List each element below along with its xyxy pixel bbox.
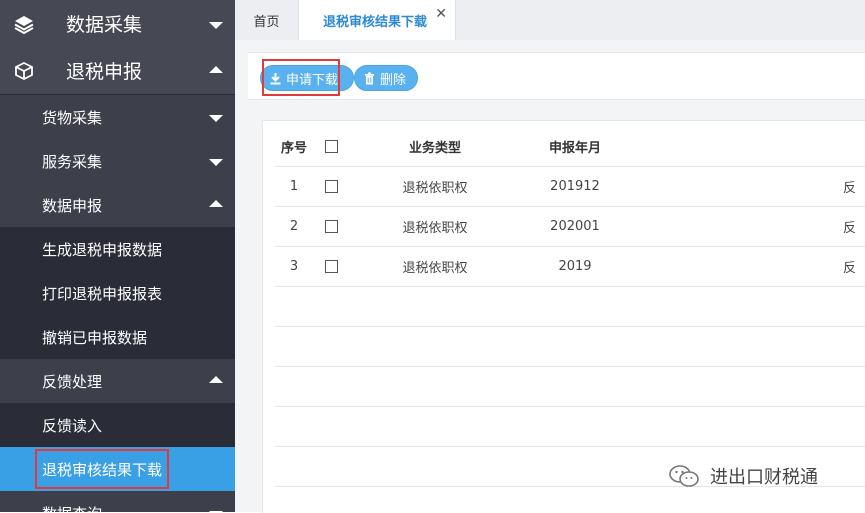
sidebar-item-generate-declaration-data[interactable]: 生成退税申报数据 (0, 227, 235, 271)
sidebar-item-tax-refund-declaration[interactable]: 退税申报 (0, 47, 235, 94)
sidebar-item-label: 服务采集 (42, 152, 103, 171)
table-row[interactable]: 2 退税依职权 202001 反 (275, 206, 865, 247)
row-type: 退税依职权 (402, 220, 468, 236)
empty-row (275, 366, 865, 407)
wechat-icon (668, 463, 700, 489)
column-header-index: 序号 (280, 140, 307, 156)
row-year-month: 202001 (550, 218, 600, 234)
tab-bar: 首页 退税审核结果下载 ✕ (235, 0, 865, 40)
chevron-up-icon (209, 200, 223, 207)
result-table: 序号 业务类型 申报年月 1 退税依职权 201912 反 2 退税依职权 20… (262, 120, 865, 513)
row-year-month: 2019 (558, 258, 592, 274)
sidebar-item-label: 打印退税申报报表 (42, 284, 163, 303)
tab-label: 退税审核结果下载 (323, 14, 428, 30)
sidebar-item-label: 数据申报 (42, 196, 103, 215)
row-index: 1 (289, 178, 299, 194)
row-extra: 反 (843, 180, 857, 196)
empty-row (275, 406, 865, 447)
sidebar-item-service-collection[interactable]: 服务采集 (0, 139, 235, 183)
sidebar-item-goods-collection[interactable]: 货物采集 (0, 95, 235, 139)
row-checkbox[interactable] (325, 166, 341, 206)
row-type: 退税依职权 (402, 180, 468, 196)
chevron-down-icon (209, 159, 223, 166)
tab-home[interactable]: 首页 (235, 0, 298, 40)
sidebar-item-label: 反馈处理 (42, 372, 103, 391)
cube-icon (12, 59, 36, 83)
tab-label: 首页 (253, 14, 280, 30)
sidebar-item-print-declaration-report[interactable]: 打印退税申报报表 (0, 271, 235, 315)
watermark: 进出口财税通 (668, 460, 818, 492)
table-row[interactable]: 3 退税依职权 2019 反 (275, 246, 865, 287)
main-content: 申请下载 删除 序号 业务类型 申报年月 1 退税依职权 201912 反 2 … (235, 40, 865, 513)
sidebar-item-revoke-declared-data[interactable]: 撤销已申报数据 (0, 315, 235, 359)
row-extra: 反 (843, 220, 857, 236)
chevron-down-icon (209, 21, 223, 29)
row-checkbox[interactable] (325, 206, 341, 246)
column-header-type: 业务类型 (408, 140, 461, 156)
sidebar-item-feedback-import[interactable]: 反馈读入 (0, 403, 235, 447)
row-year-month: 201912 (550, 178, 600, 194)
sidebar-item-label: 货物采集 (42, 108, 103, 127)
sidebar-item-label: 数据采集 (66, 14, 143, 36)
sidebar-item-label: 数据查询 (42, 503, 102, 513)
empty-row (275, 286, 865, 327)
highlight-box (35, 449, 169, 489)
row-extra: 反 (843, 260, 857, 276)
sidebar-item-label: 撤销已申报数据 (42, 328, 148, 347)
row-index: 2 (289, 218, 299, 234)
delete-button[interactable]: 删除 (354, 65, 418, 91)
sidebar-item-label: 反馈读入 (42, 416, 103, 435)
tab-review-result-download[interactable]: 退税审核结果下载 ✕ (298, 0, 456, 40)
toolbar: 申请下载 删除 (248, 52, 865, 100)
watermark-text: 进出口财税通 (710, 467, 818, 488)
column-header-year-month: 申报年月 (548, 140, 601, 156)
table-row[interactable]: 1 退税依职权 201912 反 (275, 166, 865, 207)
empty-row (275, 326, 865, 367)
chevron-down-icon (209, 115, 223, 122)
button-label: 删除 (380, 72, 407, 88)
close-icon[interactable]: ✕ (435, 6, 447, 22)
row-checkbox[interactable] (325, 246, 341, 286)
sidebar-item-data-collection[interactable]: 数据采集 (0, 0, 235, 47)
layers-icon (12, 12, 36, 36)
table-header-row: 序号 业务类型 申报年月 (275, 126, 865, 167)
row-index: 3 (289, 258, 299, 274)
sidebar: 数据采集 退税申报 货物采集 服务采集 数据申报 生成退税申报数据 打印退税申报… (0, 0, 235, 512)
sidebar-item-data-declaration[interactable]: 数据申报 (0, 183, 235, 227)
sidebar-item-data-query[interactable]: 数据查询 (0, 491, 235, 512)
select-all-checkbox[interactable] (325, 126, 341, 166)
chevron-up-icon (209, 65, 223, 73)
trash-icon (363, 72, 376, 85)
chevron-up-icon (209, 376, 223, 383)
sidebar-item-label: 生成退税申报数据 (42, 240, 163, 259)
row-type: 退税依职权 (402, 260, 468, 276)
sidebar-item-feedback-processing[interactable]: 反馈处理 (0, 359, 235, 403)
sidebar-item-label: 退税申报 (66, 61, 143, 83)
highlight-box (262, 59, 340, 96)
